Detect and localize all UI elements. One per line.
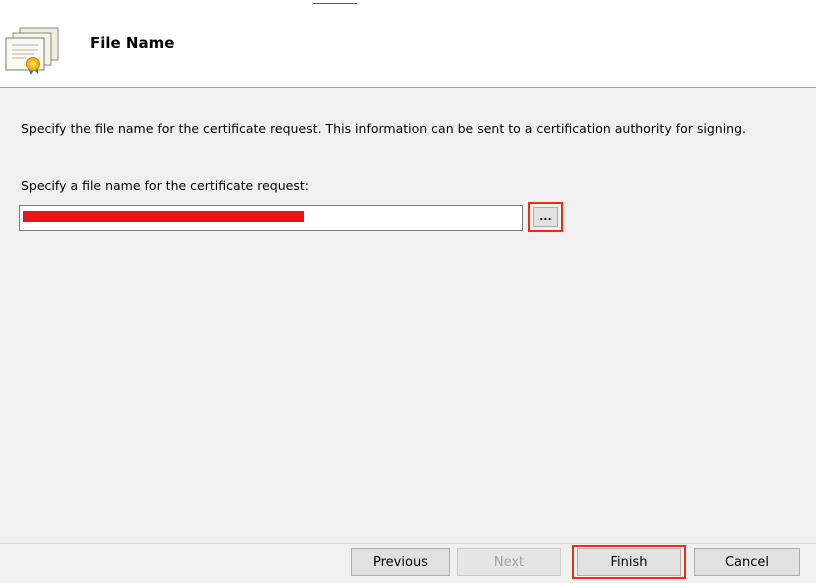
certificate-icon (5, 27, 59, 75)
cancel-button[interactable]: Cancel (694, 548, 800, 576)
file-name-input[interactable] (19, 205, 523, 231)
finish-button[interactable]: Finish (577, 548, 681, 576)
wizard-header: File Name (0, 4, 816, 88)
footer-divider (0, 543, 816, 544)
browse-button[interactable]: ... (533, 207, 558, 227)
page-title: File Name (90, 34, 175, 52)
instruction-text: Specify the file name for the certificat… (21, 121, 746, 136)
file-name-label: Specify a file name for the certificate … (21, 178, 309, 193)
next-button[interactable]: Next (457, 548, 561, 576)
previous-button[interactable]: Previous (351, 548, 450, 576)
